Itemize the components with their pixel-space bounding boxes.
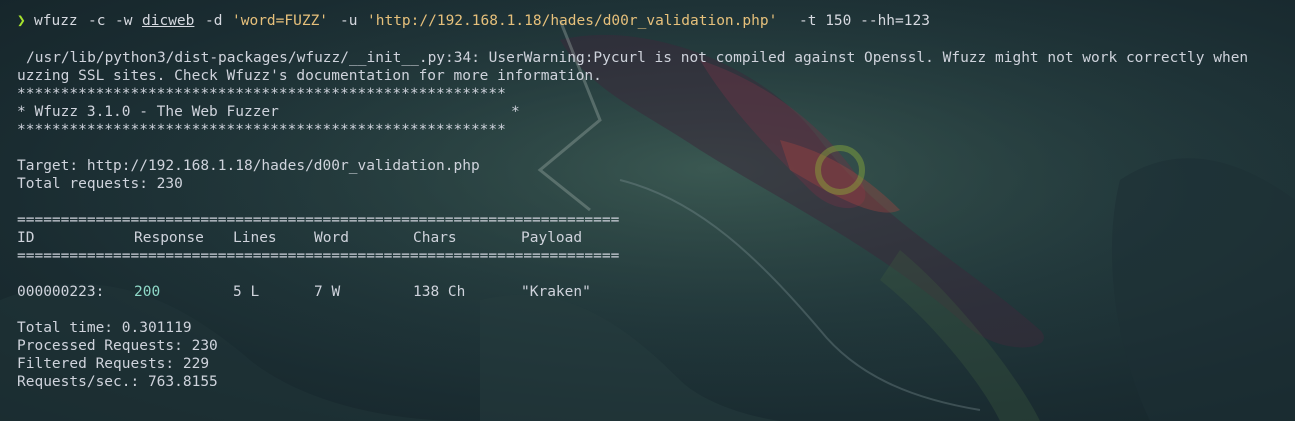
row-chars: 138 Ch: [413, 284, 466, 300]
prompt-symbol: ❯: [17, 13, 26, 29]
command-line[interactable]: ❯ wfuzz -c -w dicweb -d 'word=FUZZ' -u '…: [17, 12, 1017, 30]
row-payload: "Kraken": [521, 284, 591, 300]
column-header-id: ID: [17, 230, 35, 246]
stats-processed-requests: Processed Requests: 230: [17, 338, 218, 354]
command-url: 'http://192.168.1.18/hades/d00r_validati…: [367, 13, 778, 29]
table-separator-top: ========================================…: [17, 212, 620, 228]
banner-border-bottom: ****************************************…: [17, 122, 506, 138]
row-response-code: 200: [134, 284, 161, 300]
row-lines: 5 L: [233, 284, 260, 300]
command-flag-u: -u: [340, 13, 358, 29]
banner-title-line: * Wfuzz 3.1.0 - The Web Fuzzer *: [17, 103, 537, 121]
stats-filtered-requests: Filtered Requests: 229: [17, 356, 210, 372]
warning-line-2: uzzing SSL sites. Check Wfuzz's document…: [17, 68, 602, 84]
command-flag-c: -c: [88, 13, 106, 29]
command-wordlist: dicweb: [142, 13, 195, 29]
banner-title: * Wfuzz 3.1.0 - The Web Fuzzer: [17, 104, 279, 120]
column-header-word: Word: [314, 230, 349, 246]
banner-title-end: *: [511, 104, 520, 120]
table-header-row: ID Response Lines Word Chars Payload: [17, 229, 637, 247]
target-url-line: Target: http://192.168.1.18/hades/d00r_v…: [17, 158, 480, 174]
table-separator-bottom: ========================================…: [17, 248, 620, 264]
stats-requests-per-sec: Requests/sec.: 763.8155: [17, 374, 218, 390]
banner-border-top: ****************************************…: [17, 86, 506, 102]
column-header-chars: Chars: [413, 230, 457, 246]
warning-line-1: /usr/lib/python3/dist-packages/wfuzz/__i…: [26, 50, 1249, 66]
command-flag-w: -w: [115, 13, 133, 29]
column-header-response: Response: [134, 230, 204, 246]
row-word: 7 W: [314, 284, 341, 300]
table-row: 000000223: 200 5 L 7 W 138 Ch "Kraken": [17, 283, 637, 301]
stats-total-time: Total time: 0.301119: [17, 320, 192, 336]
terminal-window[interactable]: ❯ wfuzz -c -w dicweb -d 'word=FUZZ' -u '…: [0, 0, 1295, 421]
column-header-lines: Lines: [233, 230, 277, 246]
command-post-data: 'word=FUZZ': [232, 13, 329, 29]
command-program: wfuzz: [34, 13, 78, 29]
command-flag-d: -d: [205, 13, 223, 29]
column-header-payload: Payload: [521, 230, 583, 246]
command-tail-options: -t 150 --hh=123: [799, 13, 930, 29]
row-id: 000000223:: [17, 284, 105, 300]
terminal-output: ❯ wfuzz -c -w dicweb -d 'word=FUZZ' -u '…: [0, 0, 1295, 421]
total-requests-line: Total requests: 230: [17, 176, 183, 192]
